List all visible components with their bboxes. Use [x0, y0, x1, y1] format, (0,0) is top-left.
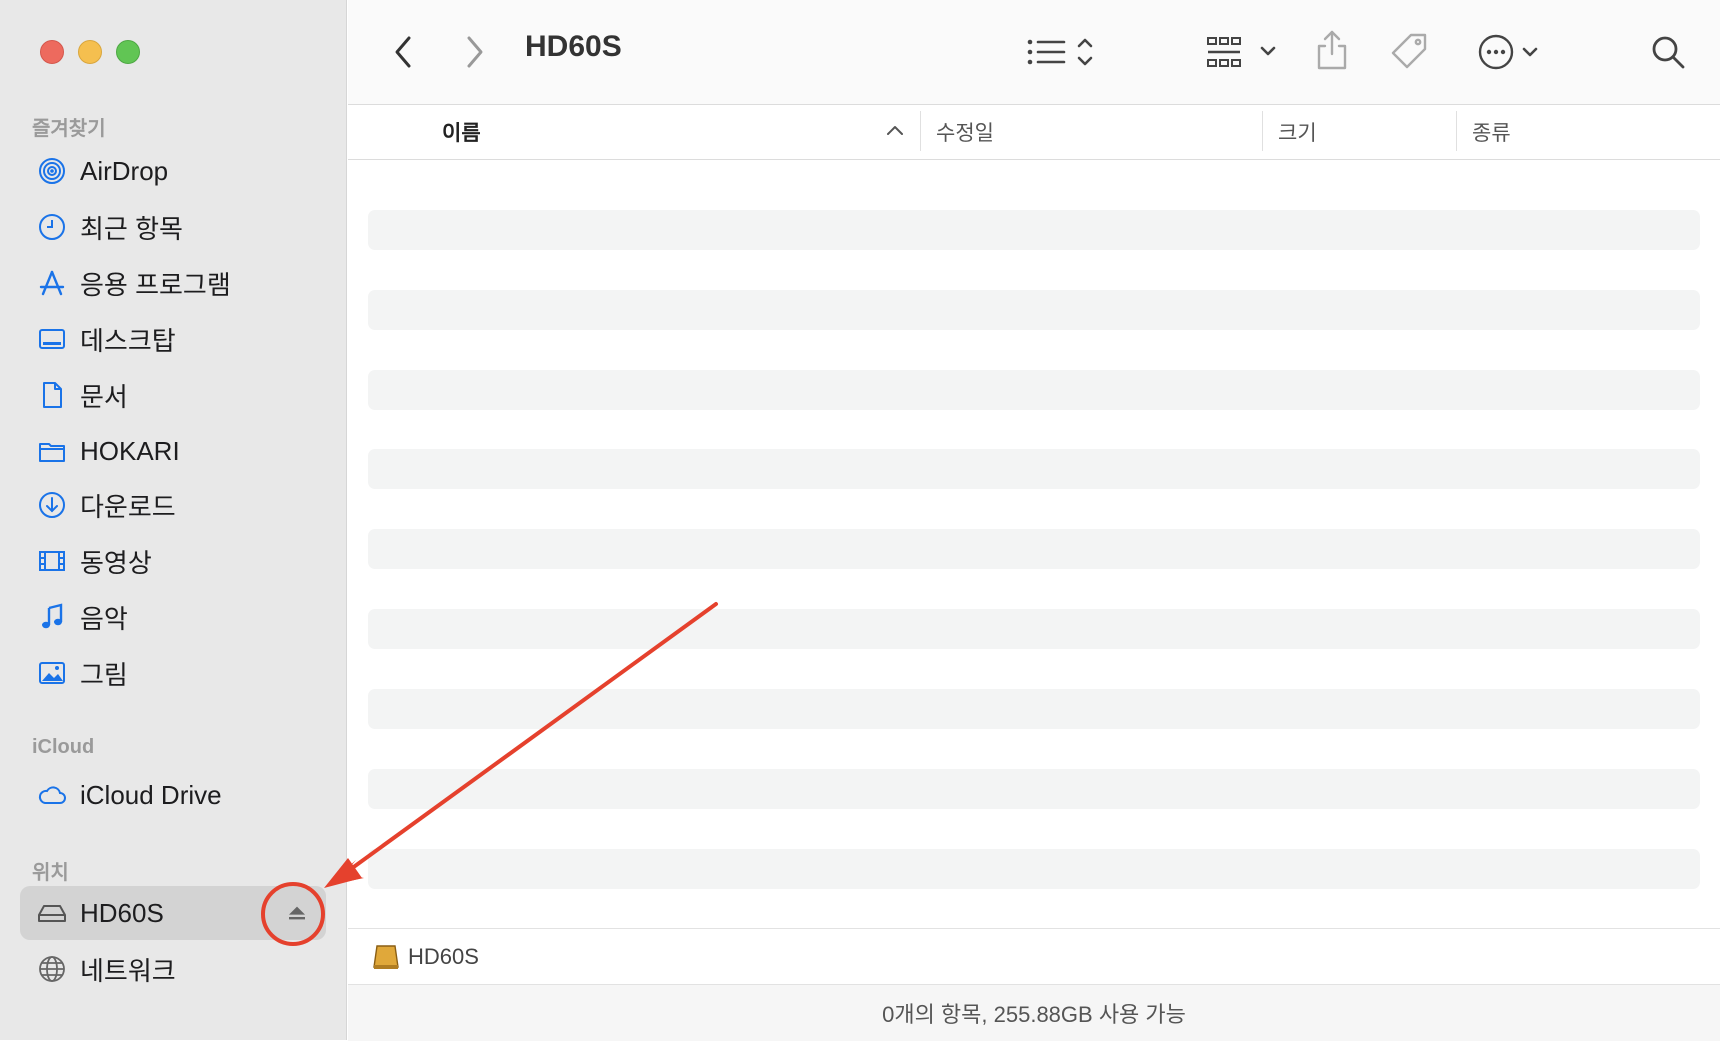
main-pane: HD60S 이름 수정일 크기 종류 HD60S 0개의 항목, 255.88G…: [348, 0, 1720, 1041]
status-text: 0개의 항목, 255.88GB 사용 가능: [882, 1002, 1186, 1027]
path-bar-item[interactable]: HD60S: [408, 944, 479, 970]
sidebar-item-airdrop[interactable]: AirDrop: [20, 144, 326, 198]
document-icon: [36, 379, 68, 411]
sidebar-item-applications[interactable]: 응용 프로그램: [20, 256, 326, 310]
chevron-left-icon: [395, 36, 411, 68]
list-row-stripe: [368, 849, 1700, 889]
grid-group-icon: [1207, 37, 1276, 67]
download-icon: [36, 489, 68, 521]
sidebar-item-icloud-drive[interactable]: iCloud Drive: [20, 768, 326, 822]
applications-icon: [36, 267, 68, 299]
sidebar-item-network[interactable]: 네트워크: [20, 942, 326, 996]
sidebar-item-label: 그림: [80, 659, 128, 690]
tag-icon: [1391, 33, 1427, 69]
back-button[interactable]: [388, 32, 418, 72]
sidebar-item-label: HOKARI: [80, 435, 180, 466]
group-button[interactable]: [1206, 32, 1286, 72]
section-title-icloud: iCloud: [32, 736, 95, 758]
share-button[interactable]: [1312, 28, 1352, 72]
desktop-icon: [36, 323, 68, 355]
column-size-header[interactable]: 크기: [1278, 117, 1317, 147]
view-options-button[interactable]: [1024, 32, 1104, 72]
column-divider[interactable]: [1262, 111, 1263, 151]
clock-icon: [36, 211, 68, 243]
photo-icon: [36, 657, 68, 689]
list-row-stripe: [368, 210, 1700, 250]
sidebar-item-movies[interactable]: 동영상: [20, 534, 326, 588]
sidebar-item-label: 데스크탑: [80, 325, 176, 356]
column-modified-header[interactable]: 수정일: [936, 117, 994, 147]
sidebar-item-pictures[interactable]: 그림: [20, 646, 326, 700]
sidebar-item-desktop[interactable]: 데스크탑: [20, 312, 326, 366]
sidebar-item-label: 동영상: [80, 547, 152, 578]
chevron-right-icon: [467, 36, 483, 68]
column-header-bar: 이름 수정일 크기 종류: [348, 105, 1720, 160]
zoom-button[interactable]: [116, 40, 140, 64]
column-name-header[interactable]: 이름: [442, 117, 481, 147]
sidebar: 즐겨찾기 AirDrop 최근 항목 응용 프로그램 데스크탑 문서 HOKAR…: [0, 0, 347, 1040]
sidebar-item-documents[interactable]: 문서: [20, 368, 326, 422]
folder-icon: [36, 435, 68, 467]
eject-icon[interactable]: [282, 898, 312, 928]
list-row-stripe: [368, 529, 1700, 569]
section-title-favorites: 즐겨찾기: [32, 118, 106, 140]
list-row-stripe: [368, 689, 1700, 729]
film-icon: [36, 545, 68, 577]
toolbar: HD60S: [348, 0, 1720, 105]
external-drive-icon: [372, 943, 400, 971]
window-controls: [40, 40, 140, 64]
sidebar-item-label: iCloud Drive: [80, 779, 222, 810]
column-kind-header[interactable]: 종류: [1472, 117, 1511, 147]
list-row-stripe: [368, 449, 1700, 489]
sidebar-item-label: HD60S: [80, 897, 164, 928]
list-row-stripe: [368, 290, 1700, 330]
column-divider[interactable]: [920, 111, 921, 151]
search-button[interactable]: [1648, 30, 1688, 74]
column-divider[interactable]: [1456, 111, 1457, 151]
ellipsis-circle-icon: [1478, 34, 1538, 70]
sidebar-item-recents[interactable]: 최근 항목: [20, 200, 326, 254]
tag-button[interactable]: [1388, 30, 1432, 74]
path-bar: HD60S: [348, 928, 1720, 985]
list-view-icon: [1027, 38, 1093, 66]
list-row-stripe: [368, 609, 1700, 649]
sidebar-item-hd60s[interactable]: HD60S: [20, 886, 326, 940]
sort-ascending-icon[interactable]: [886, 123, 904, 141]
list-row-stripe: [368, 769, 1700, 809]
music-note-icon: [36, 601, 68, 633]
sidebar-item-label: 네트워크: [80, 955, 176, 986]
forward-button[interactable]: [460, 32, 490, 72]
window-title: HD60S: [525, 30, 622, 63]
sidebar-item-label: 최근 항목: [80, 213, 183, 244]
cloud-icon: [36, 779, 68, 811]
sidebar-item-label: 다운로드: [80, 491, 176, 522]
sidebar-item-label: 음악: [80, 603, 128, 634]
status-bar: 0개의 항목, 255.88GB 사용 가능: [348, 984, 1720, 1041]
sidebar-item-label: 문서: [80, 381, 128, 412]
drive-icon: [36, 897, 68, 929]
globe-icon: [36, 953, 68, 985]
sidebar-item-downloads[interactable]: 다운로드: [20, 478, 326, 532]
search-icon: [1652, 36, 1685, 69]
sidebar-item-hokari[interactable]: HOKARI: [20, 424, 326, 478]
sidebar-item-label: 응용 프로그램: [80, 269, 231, 300]
section-title-locations: 위치: [32, 862, 69, 884]
share-icon: [1317, 30, 1347, 70]
sidebar-item-label: AirDrop: [80, 155, 169, 186]
sidebar-item-music[interactable]: 음악: [20, 590, 326, 644]
airdrop-icon: [36, 155, 68, 187]
minimize-button[interactable]: [78, 40, 102, 64]
list-row-stripe: [368, 370, 1700, 410]
close-button[interactable]: [40, 40, 64, 64]
more-actions-button[interactable]: [1476, 30, 1556, 74]
